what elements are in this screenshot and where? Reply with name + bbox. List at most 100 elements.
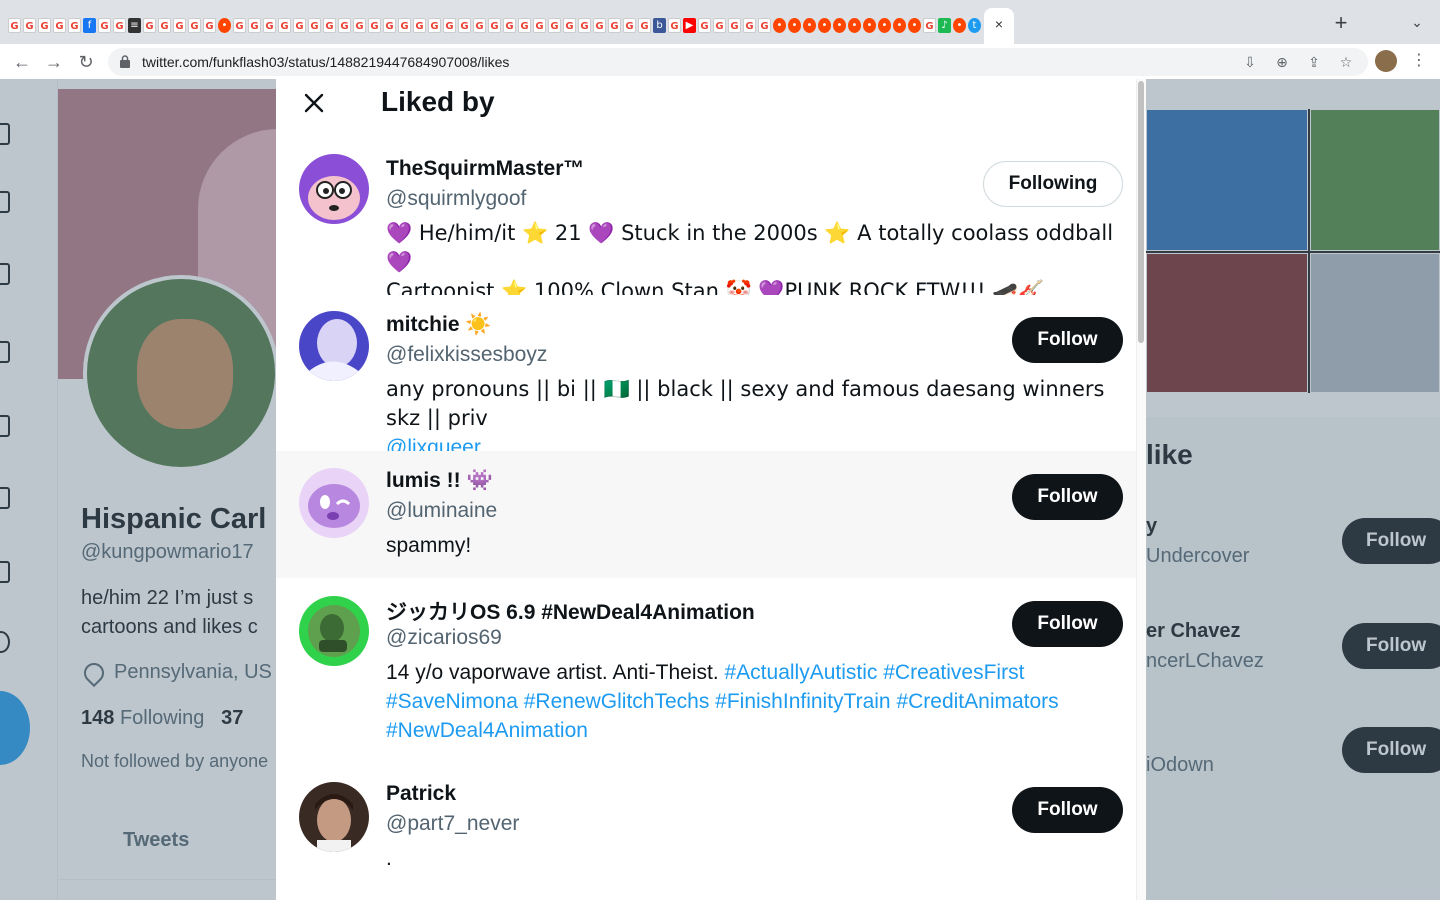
modal-backdrop[interactable] — [0, 79, 276, 900]
google-favicon-icon[interactable]: G — [323, 17, 336, 33]
reddit-favicon-icon[interactable]: • — [833, 17, 846, 33]
google-favicon-icon[interactable]: G — [398, 17, 411, 33]
google-favicon-icon[interactable]: G — [728, 17, 741, 33]
active-tab[interactable]: × — [984, 8, 1014, 44]
follow-button[interactable]: Follow — [1012, 601, 1123, 647]
reddit-favicon-icon[interactable]: • — [773, 17, 786, 33]
google-favicon-icon[interactable]: G — [353, 17, 366, 33]
user-handle[interactable]: @luminaine — [386, 499, 497, 523]
reddit-favicon-icon[interactable]: • — [863, 17, 876, 33]
user-name[interactable]: Patrick — [386, 782, 456, 806]
menu-dots-icon[interactable]: ⋮ — [1410, 50, 1428, 72]
reddit-favicon-icon[interactable]: • — [953, 17, 966, 33]
google-favicon-icon[interactable]: G — [263, 17, 276, 33]
hashtag-link[interactable]: #NewDeal4Animation — [386, 716, 1126, 745]
google-favicon-icon[interactable]: G — [98, 17, 111, 33]
youtube-favicon-icon[interactable]: ▶ — [683, 17, 696, 33]
reddit-favicon-icon[interactable]: • — [848, 17, 861, 33]
follow-button[interactable]: Follow — [1012, 474, 1123, 520]
user-avatar[interactable] — [299, 311, 369, 381]
share-icon[interactable]: ⇪ — [1304, 52, 1324, 72]
install-icon[interactable]: ⇩ — [1240, 52, 1260, 72]
twitter-favicon-icon[interactable]: t — [968, 17, 981, 33]
google-favicon-icon[interactable]: G — [638, 17, 651, 33]
google-favicon-icon[interactable]: G — [233, 17, 246, 33]
follow-button[interactable]: Follow — [1012, 317, 1123, 363]
google-favicon-icon[interactable]: G — [383, 17, 396, 33]
close-tab-icon[interactable]: × — [995, 16, 1003, 32]
google-favicon-icon[interactable]: G — [668, 17, 681, 33]
google-favicon-icon[interactable]: G — [608, 17, 621, 33]
user-name[interactable]: lumis !! 👾 — [386, 469, 493, 493]
forward-icon[interactable]: → — [42, 50, 66, 74]
google-favicon-icon[interactable]: G — [308, 17, 321, 33]
google-favicon-icon[interactable]: G — [578, 17, 591, 33]
google-favicon-icon[interactable]: G — [563, 17, 576, 33]
google-favicon-icon[interactable]: G — [23, 17, 36, 33]
reddit-favicon-icon[interactable]: • — [878, 17, 891, 33]
google-favicon-icon[interactable]: G — [173, 17, 186, 33]
google-favicon-icon[interactable]: G — [38, 17, 51, 33]
google-favicon-icon[interactable]: G — [743, 17, 756, 33]
google-favicon-icon[interactable]: G — [158, 17, 171, 33]
bookmark-star-icon[interactable]: ☆ — [1336, 52, 1356, 72]
user-cell[interactable]: lumis !! 👾 @luminaine Follow spammy! — [276, 451, 1136, 578]
google-favicon-icon[interactable]: G — [278, 17, 291, 33]
reddit-favicon-icon[interactable]: • — [218, 17, 231, 33]
back-icon[interactable]: ← — [10, 50, 34, 74]
google-favicon-icon[interactable]: G — [458, 17, 471, 33]
google-favicon-icon[interactable]: G — [713, 17, 726, 33]
user-handle[interactable]: @zicarios69 — [386, 626, 502, 650]
google-favicon-icon[interactable]: G — [368, 17, 381, 33]
google-favicon-icon[interactable]: G — [413, 17, 426, 33]
user-cell[interactable]: Patrick @part7_never Follow . — [276, 764, 1136, 900]
google-favicon-icon[interactable]: G — [758, 17, 771, 33]
google-favicon-icon[interactable]: G — [698, 17, 711, 33]
blue-favicon-icon[interactable]: b — [653, 17, 666, 33]
user-cell[interactable]: TheSquirmMaster™ @squirmlygoof Following… — [276, 139, 1136, 303]
user-cell[interactable]: mitchie ☀️ @felixkissesboyz Follow any p… — [276, 295, 1136, 459]
user-name[interactable]: mitchie ☀️ — [386, 313, 492, 337]
green-favicon-icon[interactable]: ♪ — [938, 17, 951, 33]
google-favicon-icon[interactable]: G — [113, 17, 126, 33]
user-name[interactable]: ジッカリOS 6.9 #NewDeal4Animation — [386, 596, 755, 626]
user-name[interactable]: TheSquirmMaster™ — [386, 157, 584, 181]
google-favicon-icon[interactable]: G — [293, 17, 306, 33]
following-button[interactable]: Following — [983, 161, 1123, 207]
google-favicon-icon[interactable]: G — [188, 17, 201, 33]
close-icon[interactable] — [296, 85, 332, 121]
reddit-favicon-icon[interactable]: • — [908, 17, 921, 33]
dark-favicon-icon[interactable]: ≡ — [128, 17, 141, 33]
reddit-favicon-icon[interactable]: • — [818, 17, 831, 33]
modal-backdrop[interactable] — [1146, 79, 1440, 900]
user-cell[interactable]: ジッカリOS 6.9 #NewDeal4Animation @zicarios6… — [276, 578, 1136, 764]
google-favicon-icon[interactable]: G — [53, 17, 66, 33]
google-favicon-icon[interactable]: G — [68, 17, 81, 33]
user-handle[interactable]: @squirmlygoof — [386, 187, 526, 211]
user-avatar[interactable] — [299, 596, 369, 666]
google-favicon-icon[interactable]: G — [518, 17, 531, 33]
google-favicon-icon[interactable]: G — [443, 17, 456, 33]
hashtag-link[interactable]: #ActuallyAutistic #CreativesFirst — [725, 661, 1025, 684]
scrollbar-thumb[interactable] — [1138, 81, 1144, 343]
google-favicon-icon[interactable]: G — [8, 17, 21, 33]
user-avatar[interactable] — [299, 782, 369, 852]
new-tab-button[interactable]: + — [1330, 12, 1352, 34]
reddit-favicon-icon[interactable]: • — [893, 17, 906, 33]
user-avatar[interactable] — [299, 154, 369, 224]
tab-search-icon[interactable]: ⌄ — [1406, 14, 1428, 36]
reddit-favicon-icon[interactable]: • — [803, 17, 816, 33]
follow-button[interactable]: Follow — [1012, 787, 1123, 833]
facebook-favicon-icon[interactable]: f — [83, 17, 96, 33]
google-favicon-icon[interactable]: G — [623, 17, 636, 33]
user-handle[interactable]: @felixkissesboyz — [386, 343, 547, 367]
reload-icon[interactable]: ↻ — [74, 50, 98, 74]
google-favicon-icon[interactable]: G — [533, 17, 546, 33]
google-favicon-icon[interactable]: G — [548, 17, 561, 33]
zoom-icon[interactable]: ⊕ — [1272, 52, 1292, 72]
google-favicon-icon[interactable]: G — [503, 17, 516, 33]
reddit-favicon-icon[interactable]: • — [788, 17, 801, 33]
url-text[interactable]: twitter.com/funkflash03/status/148821944… — [142, 54, 509, 70]
user-avatar[interactable] — [299, 468, 369, 538]
profile-avatar[interactable] — [1375, 50, 1397, 72]
